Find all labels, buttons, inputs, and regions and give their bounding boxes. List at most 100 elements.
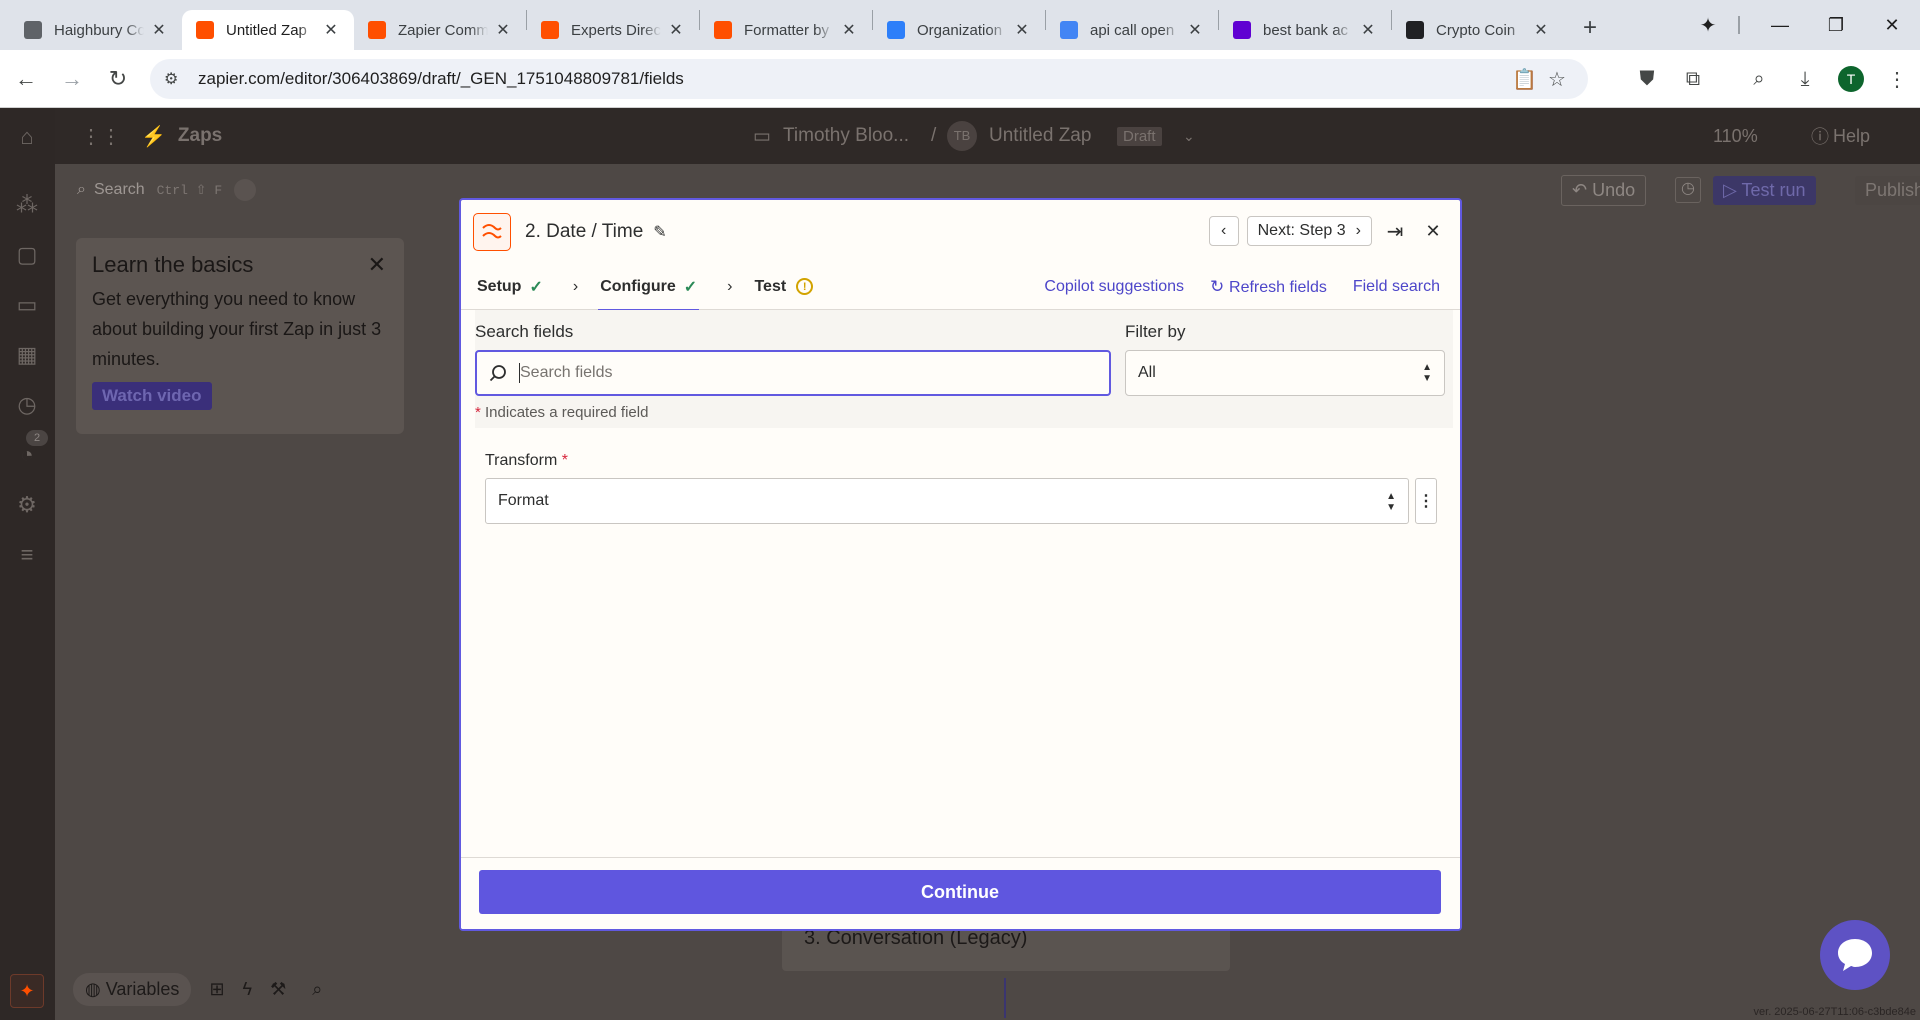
tab-title: best bank ac — [1263, 21, 1349, 39]
interfaces-icon[interactable]: ▭ — [14, 292, 40, 318]
browser-menu-icon[interactable]: ⋮ — [1874, 67, 1920, 92]
browser-tab[interactable]: Organization ✕ — [873, 10, 1045, 50]
shield-extension-icon[interactable]: ⛊ — [1624, 68, 1670, 91]
tab-test[interactable]: Test! — [752, 264, 815, 310]
continue-button[interactable]: Continue — [479, 870, 1441, 914]
modal-title[interactable]: 2. Date / Time — [525, 221, 643, 243]
globe-icon: ◍ — [85, 978, 106, 999]
breadcrumb-folder[interactable]: Timothy Bloo... — [783, 125, 909, 147]
browser-tab[interactable]: Experts Direc ✕ — [527, 10, 699, 50]
help-link[interactable]: Help — [1833, 126, 1870, 147]
wrench-icon[interactable]: ⚒ — [270, 979, 286, 1000]
tab-strip: Haighbury Co ✕ Untitled Zap ✕ Zapier Comm ✕ Ex… — [0, 0, 1564, 50]
brand-label[interactable]: Zaps — [178, 125, 222, 147]
new-tab-button[interactable]: + — [1572, 10, 1608, 46]
zap-name[interactable]: Untitled Zap — [989, 125, 1091, 147]
copilot-icon[interactable]: ✦ — [10, 974, 44, 1008]
transform-label-text: Transform — [485, 452, 558, 469]
close-tab-icon[interactable]: ✕ — [667, 20, 685, 40]
canvas-search-icon[interactable]: ⌕ — [312, 979, 322, 1000]
browser-tab[interactable]: Formatter by ✕ — [700, 10, 872, 50]
field-options-kebab-icon[interactable]: ⋮ — [1415, 478, 1437, 524]
close-tab-icon[interactable]: ✕ — [1532, 20, 1550, 40]
toggle-icon[interactable] — [234, 179, 257, 201]
pencil-icon[interactable]: ✎ — [653, 222, 666, 242]
close-tab-icon[interactable]: ✕ — [150, 20, 168, 40]
search-fields-input[interactable]: Search fields — [475, 350, 1111, 396]
field-tools: Copilot suggestions ↻ Refresh fields Fie… — [1044, 264, 1440, 310]
url-bar[interactable]: ⚙ zapier.com/editor/306403869/draft/_GEN… — [150, 59, 1588, 99]
profile-avatar[interactable]: T — [1838, 66, 1864, 92]
address-toolbar: ← → ↻ ⚙ zapier.com/editor/306403869/draf… — [0, 50, 1920, 108]
restore-icon[interactable]: ❐ — [1808, 15, 1864, 36]
reload-icon[interactable]: ↻ — [98, 59, 138, 99]
url-text[interactable]: zapier.com/editor/306403869/draft/_GEN_1… — [198, 69, 684, 89]
transform-select[interactable]: Format ▲ ▼ — [485, 478, 1409, 524]
tab-configure[interactable]: Configure ✓ — [598, 264, 700, 311]
field-search-link[interactable]: Field search — [1353, 278, 1440, 296]
site-settings-icon[interactable]: ⚙ — [164, 69, 188, 89]
tab-setup[interactable]: Setup ✓ — [475, 264, 545, 310]
bolt-icon[interactable]: ϟ — [243, 979, 253, 1000]
browser-tab[interactable]: Crypto Coin ✕ — [1392, 10, 1564, 50]
copilot-suggestions-link[interactable]: Copilot suggestions — [1044, 278, 1184, 296]
watch-video-button[interactable]: Watch video — [92, 382, 212, 410]
refresh-fields-link[interactable]: ↻ Refresh fields — [1210, 277, 1327, 297]
cast-search-icon[interactable]: ⌕ — [1736, 68, 1782, 91]
apps-icon[interactable]: ⁂ — [14, 192, 40, 218]
close-tab-icon[interactable]: ✕ — [1359, 20, 1377, 40]
back-icon[interactable]: ← — [6, 59, 46, 99]
clipboard-icon[interactable]: 📋 — [1512, 67, 1537, 92]
home-icon[interactable]: ⌂ — [14, 124, 40, 150]
filter-by-select[interactable]: All ▲ ▼ — [1125, 350, 1445, 396]
close-tab-icon[interactable]: ✕ — [840, 20, 858, 40]
forward-icon[interactable]: → — [52, 59, 92, 99]
close-tab-icon[interactable]: ✕ — [494, 20, 512, 40]
zaps-icon[interactable]: ▢ — [14, 242, 40, 268]
chat-button[interactable] — [1820, 920, 1890, 990]
tables-icon[interactable]: ▦ — [14, 342, 40, 368]
close-window-icon[interactable]: ✕ — [1864, 15, 1920, 36]
favicon-icon — [1406, 21, 1424, 39]
undo-button[interactable]: ↶ Undo — [1561, 174, 1647, 206]
close-tab-icon[interactable]: ✕ — [1186, 20, 1204, 40]
browser-tab[interactable]: best bank ac ✕ — [1219, 10, 1391, 50]
app-grid-icon[interactable]: ⋮⋮ — [81, 124, 121, 149]
download-icon[interactable]: ⤓ — [1782, 68, 1828, 91]
gemini-icon[interactable]: ✦ — [1690, 8, 1726, 42]
history-button[interactable]: ◷ — [1675, 177, 1701, 203]
canvas-search[interactable]: Search — [94, 181, 145, 199]
settings-icon[interactable]: ⚙ — [14, 492, 40, 518]
more-icon[interactable]: ≡ — [14, 542, 40, 568]
publish-button[interactable]: Publish — [1855, 175, 1920, 205]
chevron-down-icon[interactable]: ⌄ — [1183, 128, 1195, 145]
warning-icon: ! — [796, 278, 814, 295]
close-tab-icon[interactable]: ✕ — [1013, 20, 1031, 40]
zoom-level[interactable]: 110% — [1713, 126, 1758, 147]
browser-tab[interactable]: Haighbury Co ✕ — [10, 10, 182, 50]
previous-step-button[interactable]: ‹ — [1208, 216, 1239, 246]
browser-tab[interactable]: Untitled Zap ✕ — [182, 10, 354, 50]
next-step-button[interactable]: Next: Step 3 › — [1246, 216, 1372, 246]
close-tab-icon[interactable]: ✕ — [322, 20, 340, 40]
favicon-icon — [1060, 21, 1078, 39]
history-icon[interactable]: ◷ — [14, 392, 40, 418]
minimize-icon[interactable]: — — [1752, 15, 1808, 36]
variables-button[interactable]: ◍ Variables — [73, 972, 192, 1006]
tab-title: Experts Direc — [571, 21, 661, 39]
bookmark-star-icon[interactable]: ☆ — [1548, 67, 1566, 92]
version-text: ver. 2025-06-27T11:06-c3bde84e — [1753, 1006, 1916, 1018]
collapse-panel-icon[interactable]: ⇥ — [1380, 216, 1410, 246]
browser-tab[interactable]: api call open ✕ — [1046, 10, 1218, 50]
close-icon[interactable]: ✕ — [368, 252, 386, 278]
close-icon[interactable]: ✕ — [1418, 216, 1448, 246]
browser-tab[interactable]: Zapier Comm ✕ — [354, 10, 526, 50]
tab-test-label: Test — [754, 277, 787, 295]
add-app-icon[interactable]: ⊞ — [209, 979, 224, 1000]
test-run-button[interactable]: ▷ Test run — [1713, 175, 1816, 205]
transform-value: Format — [498, 492, 549, 509]
favicon-icon — [714, 21, 732, 39]
extensions-icon[interactable]: ⧉ — [1670, 68, 1716, 91]
tab-title: Crypto Coin — [1436, 21, 1516, 39]
required-asterisk: * — [561, 452, 568, 469]
